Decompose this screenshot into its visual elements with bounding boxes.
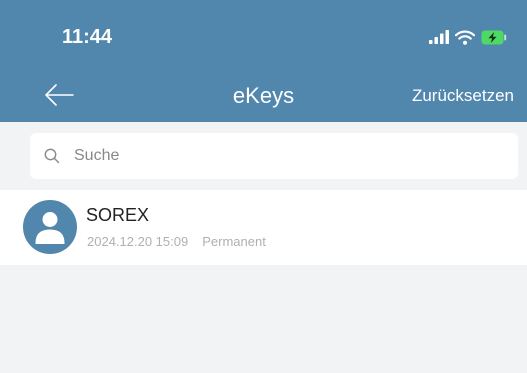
search-input[interactable] (74, 133, 508, 179)
search-bar[interactable] (30, 133, 518, 179)
ekey-name: SOREX (86, 205, 150, 225)
status-icons (429, 28, 507, 46)
status-time: 11:44 (62, 26, 113, 48)
ekey-date: 2024.12.20 15:09 (87, 234, 189, 249)
ekey-list-item[interactable]: SOREX 2024.12.20 15:09 Permanent (0, 190, 527, 265)
app-header: 11:44 eKeys Zurücksetzen (0, 0, 527, 122)
battery-charging-icon (481, 30, 507, 44)
ekey-validity: Permanent (202, 234, 266, 249)
cellular-signal-icon (429, 30, 449, 44)
user-avatar-icon (23, 200, 77, 254)
ekey-meta: 2024.12.20 15:09 Permanent (87, 233, 266, 251)
wifi-icon (455, 30, 475, 45)
reset-button[interactable]: Zurücksetzen (412, 84, 514, 108)
search-icon (44, 148, 60, 164)
